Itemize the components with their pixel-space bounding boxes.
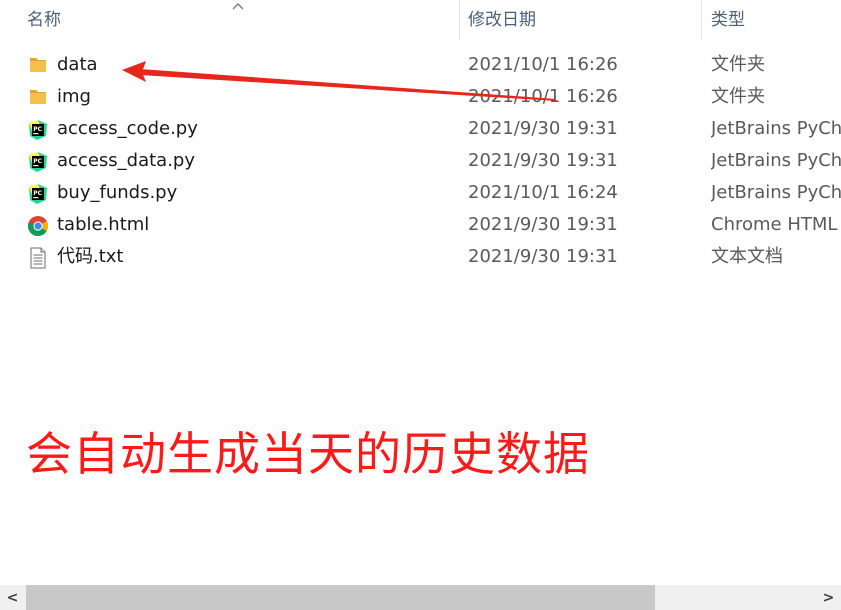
file-row[interactable]: PC access_code.py 2021/9/30 19:31 JetBrains… [0, 113, 841, 145]
chevron-left-icon: < [6, 589, 19, 606]
file-name: access_data.py [57, 150, 195, 171]
column-divider[interactable] [459, 0, 460, 40]
pycharm-icon: PC [27, 119, 49, 140]
file-date: 2021/10/1 16:26 [468, 86, 618, 107]
file-row[interactable]: 代码.txt 2021/9/30 19:31 文本文档 [0, 241, 841, 273]
file-row[interactable]: data 2021/10/1 16:26 文件夹 [0, 49, 841, 81]
file-name: img [57, 86, 91, 107]
file-type: 文件夹 [711, 54, 765, 75]
file-name: buy_funds.py [57, 182, 178, 203]
file-name: table.html [57, 214, 150, 235]
svg-text:PC: PC [33, 158, 42, 165]
file-date: 2021/9/30 19:31 [468, 118, 618, 139]
scroll-right-button[interactable]: > [816, 585, 841, 610]
file-date: 2021/9/30 19:31 [468, 214, 618, 235]
sort-ascending-icon [231, 0, 245, 14]
file-date: 2021/10/1 16:24 [468, 182, 618, 203]
file-row[interactable]: PC buy_funds.py 2021/10/1 16:24 JetBrains P… [0, 177, 841, 209]
column-header-name[interactable]: 名称 [27, 0, 61, 40]
column-header-type[interactable]: 类型 [711, 0, 745, 40]
annotation-text: 会自动生成当天的历史数据 [26, 427, 590, 481]
svg-text:PC: PC [33, 126, 42, 133]
file-type: 文本文档 [711, 246, 783, 267]
file-name: data [57, 54, 98, 75]
file-date: 2021/9/30 19:31 [468, 246, 618, 267]
file-name: 代码.txt [57, 246, 124, 267]
file-name: access_code.py [57, 118, 198, 139]
scroll-left-button[interactable]: < [0, 585, 25, 610]
file-type: JetBrains PyCha [711, 118, 841, 139]
svg-text:PC: PC [33, 190, 42, 197]
file-date: 2021/10/1 16:26 [468, 54, 618, 75]
file-type: JetBrains PyCha [711, 182, 841, 203]
chevron-right-icon: > [822, 589, 835, 606]
file-type: 文件夹 [711, 86, 765, 107]
file-date: 2021/9/30 19:31 [468, 150, 618, 171]
file-row[interactable]: img 2021/10/1 16:26 文件夹 [0, 81, 841, 113]
column-header-date[interactable]: 修改日期 [468, 0, 536, 40]
file-type: Chrome HTML [711, 214, 838, 235]
horizontal-scrollbar[interactable]: < > [0, 585, 841, 610]
chrome-icon [27, 215, 49, 237]
pycharm-icon: PC [27, 183, 49, 204]
scroll-thumb[interactable] [26, 585, 655, 610]
file-row[interactable]: PC access_data.py 2021/9/30 19:31 JetBrains… [0, 145, 841, 177]
column-header-bar: 名称 修改日期 类型 [0, 0, 841, 40]
column-divider[interactable] [701, 0, 702, 40]
pycharm-icon: PC [27, 151, 49, 172]
folder-icon [27, 87, 49, 107]
file-type: JetBrains PyCha [711, 150, 841, 171]
file-row[interactable]: table.html 2021/9/30 19:31 Chrome HTML [0, 209, 841, 241]
text-file-icon [27, 247, 49, 269]
folder-icon [27, 55, 49, 75]
